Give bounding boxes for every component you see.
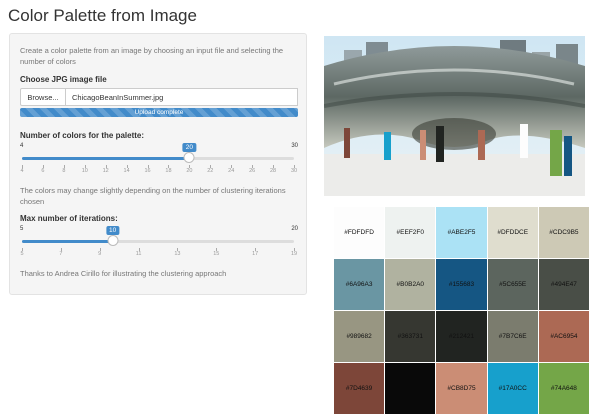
swatch-hex-label: #5C655E	[499, 281, 527, 288]
swatch-hex-label: #155683	[448, 281, 475, 288]
palette-swatch: #6A96A3	[334, 259, 386, 311]
colors-slider[interactable]: 4 30 20 4 6 8 10 12 14 16 18 20 22 24 26 28 30	[20, 143, 298, 177]
palette-swatch: #AC6954	[538, 311, 590, 363]
slider-tick-label: 5	[20, 251, 24, 257]
colors-slider-fill	[22, 157, 190, 160]
browse-button[interactable]: Browse...	[20, 88, 66, 106]
slider-tick-label: 7	[59, 251, 63, 257]
colors-slider-max: 30	[291, 143, 298, 149]
chicago-bean-photo	[324, 36, 585, 196]
swatch-hex-label: #6A96A3	[345, 281, 373, 288]
palette-swatch: #ABE2F5	[436, 207, 488, 259]
swatch-hex-label: #363731	[397, 333, 423, 340]
slider-tick-label: 12	[102, 168, 109, 174]
palette-swatch: #7D4639	[334, 363, 386, 415]
palette-swatch: #CB8D75	[436, 363, 488, 415]
palette-swatch: #DFDDCE	[487, 207, 539, 259]
swatch-hex-label: #74A648	[550, 385, 577, 392]
swatch-hex-label: #212421	[448, 333, 475, 340]
slider-tick-label: 4	[20, 168, 24, 174]
swatch-hex-label: #7D4639	[345, 385, 373, 392]
iterations-slider-ticks: 5 7 9 11 13 15 17 19	[20, 248, 298, 260]
slider-tick-label: 17	[252, 251, 259, 257]
slider-tick-label: 9	[98, 251, 102, 257]
iterations-slider-label: Max number of iterations:	[20, 214, 118, 223]
slider-tick-label: 6	[41, 168, 45, 174]
upload-progress-bar: Upload complete	[20, 108, 298, 117]
swatch-hex-label: #CDC9B5	[549, 229, 579, 236]
slider-tick-label: 11	[135, 251, 142, 257]
iterations-slider[interactable]: 5 20 10 5 7 9 11 13 15 17 19	[20, 226, 298, 260]
iterations-slider-fill	[22, 240, 113, 243]
iterations-slider-max: 20	[291, 226, 298, 232]
credits-text: Thanks to Andrea Cirillo for illustratin…	[20, 269, 227, 278]
slider-tick-label: 18	[165, 168, 172, 174]
file-name-field: ChicagoBeanInSummer.jpg	[66, 88, 298, 106]
colors-slider-handle[interactable]	[183, 152, 195, 163]
slider-tick-label: 28	[270, 168, 277, 174]
slider-tick-label: 22	[207, 168, 214, 174]
upload-status-text: Upload complete	[134, 109, 184, 116]
palette-swatch: #CDC9B5	[538, 207, 590, 259]
slider-tick-label: 24	[228, 168, 235, 174]
page-title: Color Palette from Image	[8, 6, 197, 25]
swatch-hex-label: #B0B2A0	[396, 281, 425, 288]
swatch-hex-label: #494E47	[550, 281, 577, 288]
color-palette-grid: #FDFDFD #EEF2F0 #ABE2F5 #DFDDCE #CDC9B5 #6A96…	[334, 207, 590, 415]
palette-swatch: #7B7C6E	[487, 311, 539, 363]
iterations-note: The colors may change slightly depending…	[20, 186, 286, 206]
slider-tick-label: 16	[144, 168, 151, 174]
slider-tick-label: 26	[249, 168, 256, 174]
colors-slider-label: Number of colors for the palette:	[20, 131, 145, 140]
swatch-hex-label: #ABE2F5	[447, 229, 476, 236]
palette-swatch: #17A0CC	[487, 363, 539, 415]
palette-swatch: #155683	[436, 259, 488, 311]
swatch-hex-label: #7B7C6E	[498, 333, 527, 340]
palette-swatch: #FDFDFD	[334, 207, 386, 259]
slider-tick-label: 14	[123, 168, 130, 174]
swatch-hex-label: #989682	[346, 333, 372, 340]
file-input: Browse... ChicagoBeanInSummer.jpg	[20, 88, 298, 106]
swatch-hex-label: #AC6954	[550, 333, 578, 340]
palette-swatch: #74A648	[538, 363, 590, 415]
swatch-hex-label: #CB8D75	[447, 385, 476, 392]
palette-swatch: #5C655E	[487, 259, 539, 311]
description-text: Create a color palette from an image by …	[20, 46, 284, 66]
slider-tick-label: 30	[290, 168, 298, 174]
palette-swatch: #363731	[385, 311, 437, 363]
slider-tick-label: 10	[81, 168, 88, 174]
slider-tick-label: 19	[290, 251, 298, 257]
palette-swatch	[385, 363, 437, 415]
palette-swatch: #B0B2A0	[385, 259, 437, 311]
iterations-slider-handle[interactable]	[107, 235, 119, 246]
slider-tick-label: 20	[186, 168, 193, 174]
iterations-slider-value: 10	[106, 226, 120, 235]
palette-swatch: #212421	[436, 311, 488, 363]
palette-swatch: #989682	[334, 311, 386, 363]
colors-slider-ticks: 4 6 8 10 12 14 16 18 20 22 24 26 28 30	[20, 165, 298, 177]
palette-swatch: #EEF2F0	[385, 207, 437, 259]
swatch-hex-label: #DFDDCE	[497, 229, 529, 236]
sidebar-panel: Create a color palette from an image by …	[9, 33, 307, 295]
source-image	[324, 36, 585, 196]
colors-slider-value: 20	[182, 143, 196, 152]
slider-tick-label: 8	[62, 168, 66, 174]
swatch-hex-label: #17A0CC	[498, 385, 527, 392]
colors-slider-min: 4	[20, 143, 24, 149]
slider-tick-label: 15	[213, 251, 220, 257]
palette-swatch: #494E47	[538, 259, 590, 311]
swatch-hex-label: #EEF2F0	[396, 229, 425, 236]
file-input-label: Choose JPG image file	[20, 75, 107, 84]
iterations-slider-min: 5	[20, 226, 24, 232]
slider-tick-label: 13	[174, 251, 181, 257]
swatch-hex-label: #FDFDFD	[344, 229, 374, 236]
